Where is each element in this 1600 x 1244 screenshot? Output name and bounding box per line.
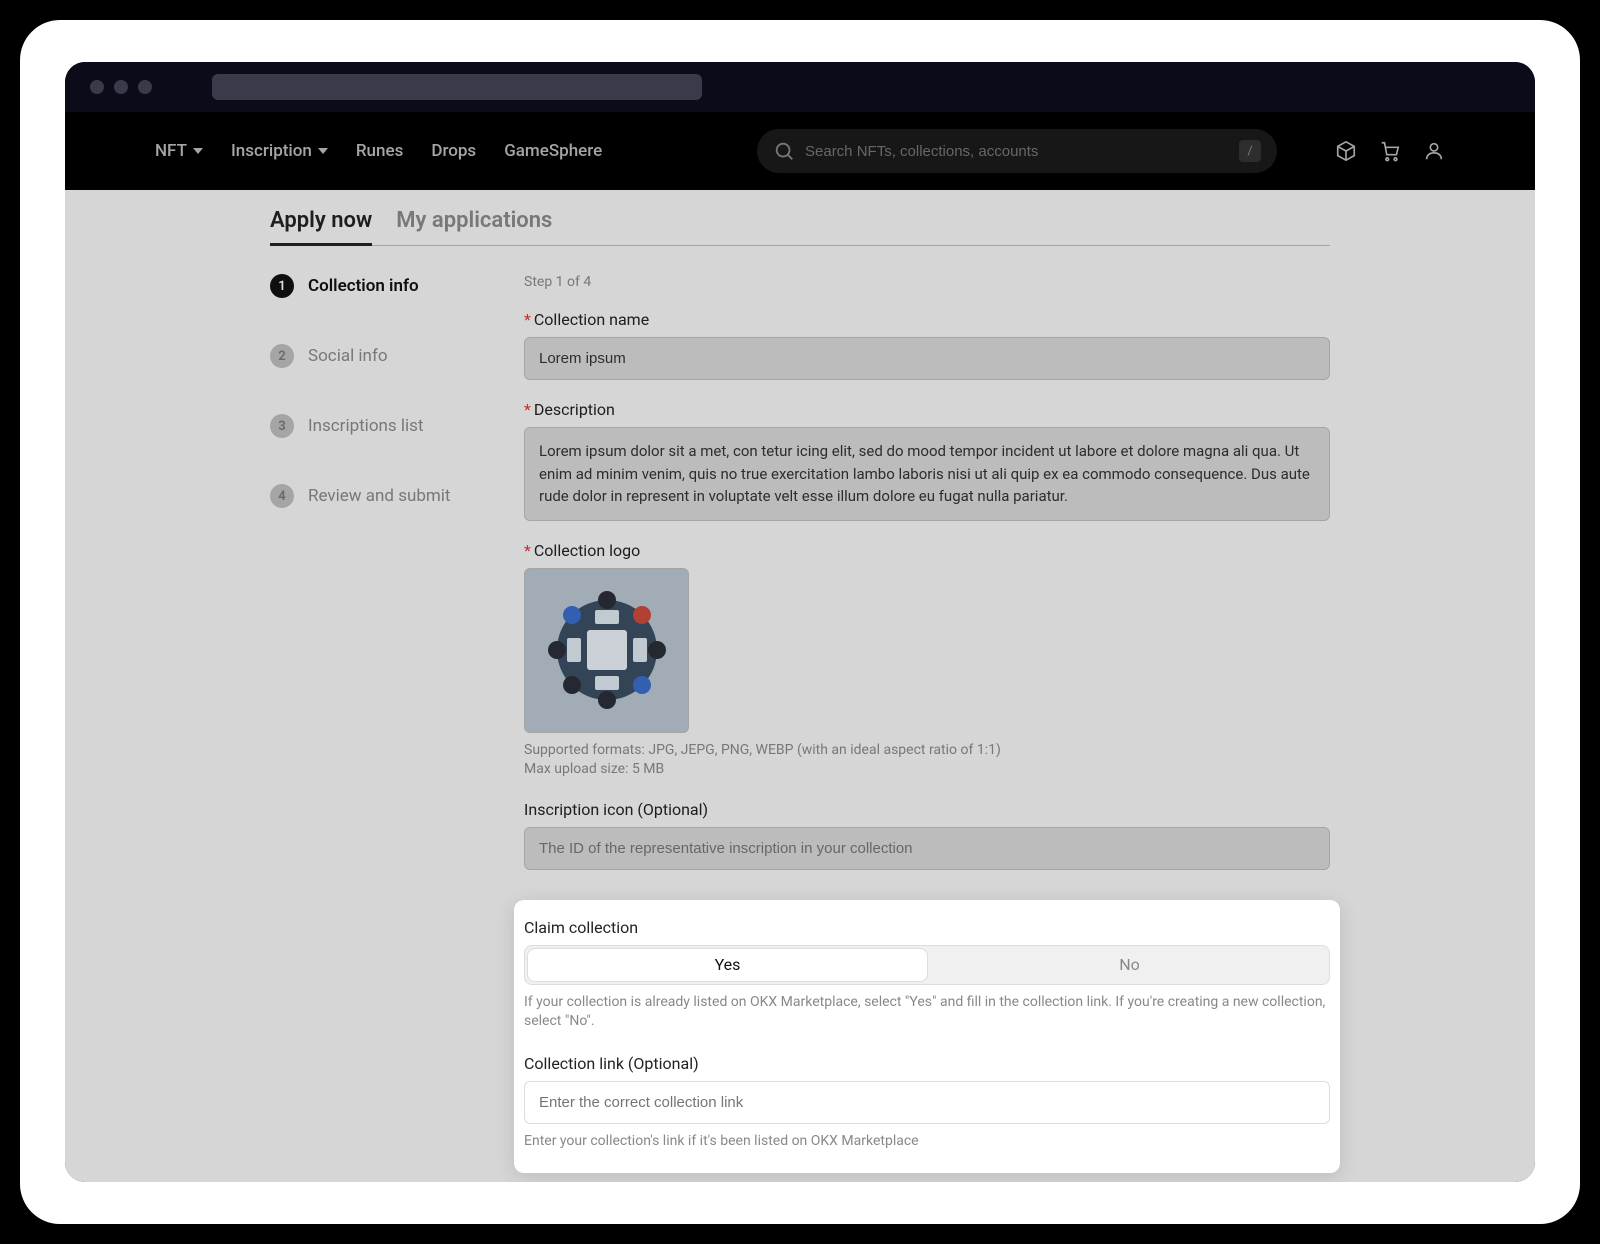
browser-window: NFT Inscription Runes Drops GameSphere / — [65, 62, 1535, 1182]
traffic-max[interactable] — [138, 80, 152, 94]
step-2-badge: 2 — [270, 344, 294, 368]
traffic-close[interactable] — [90, 80, 104, 94]
nav-gamesphere[interactable]: GameSphere — [504, 141, 602, 161]
page-inner: Apply now My applications 1 Collection i… — [270, 190, 1330, 1182]
form-column: Step 1 of 4 *Collection name *Descriptio… — [524, 274, 1330, 1182]
nav-icons — [1335, 140, 1445, 162]
logo-help: Supported formats: JPG, JEPG, PNG, WEBP … — [524, 741, 1330, 780]
step-2[interactable]: 2 Social info — [270, 344, 500, 368]
step-1-badge: 1 — [270, 274, 294, 298]
outer-frame: NFT Inscription Runes Drops GameSphere / — [20, 20, 1580, 1224]
traffic-min[interactable] — [114, 80, 128, 94]
step-1-label: Collection info — [308, 276, 419, 296]
step-3-badge: 3 — [270, 414, 294, 438]
step-3-label: Inscriptions list — [308, 416, 424, 436]
collection-name-input[interactable] — [524, 337, 1330, 380]
claim-collection-panel: Claim collection Yes No If your collecti… — [514, 900, 1340, 1174]
step-4-badge: 4 — [270, 484, 294, 508]
tab-apply-now[interactable]: Apply now — [270, 208, 372, 246]
tab-my-applications[interactable]: My applications — [396, 208, 552, 245]
main-cols: 1 Collection info 2 Social info 3 Inscri… — [270, 274, 1330, 1182]
url-bar[interactable] — [212, 74, 702, 100]
step-3[interactable]: 3 Inscriptions list — [270, 414, 500, 438]
titlebar — [65, 62, 1535, 112]
collection-link-label: Collection link (Optional) — [524, 1054, 1330, 1073]
claim-no-button[interactable]: No — [930, 946, 1329, 984]
chevron-down-icon — [318, 148, 328, 154]
content-area: Apply now My applications 1 Collection i… — [65, 190, 1535, 1182]
collection-logo-upload[interactable] — [524, 568, 689, 733]
search-slash-badge: / — [1239, 140, 1261, 162]
description-label: *Description — [524, 400, 1330, 419]
stepper: 1 Collection info 2 Social info 3 Inscri… — [270, 274, 500, 1182]
collection-logo-label: *Collection logo — [524, 541, 1330, 560]
step-1[interactable]: 1 Collection info — [270, 274, 500, 298]
claim-toggle-group: Yes No — [524, 945, 1330, 985]
cart-icon[interactable] — [1379, 140, 1401, 162]
collection-link-help: Enter your collection's link if it's bee… — [524, 1132, 1330, 1152]
step-4[interactable]: 4 Review and submit — [270, 484, 500, 508]
chevron-down-icon — [193, 148, 203, 154]
search-box[interactable]: / — [757, 129, 1277, 173]
step-2-label: Social info — [308, 346, 388, 366]
tabs-row: Apply now My applications — [270, 190, 1330, 246]
description-textarea[interactable]: Lorem ipsum dolor sit a met, con tetur i… — [524, 427, 1330, 521]
nav-inscription-label: Inscription — [231, 141, 312, 161]
nav-runes[interactable]: Runes — [356, 141, 403, 161]
collection-logo-image — [537, 580, 677, 720]
user-icon[interactable] — [1423, 140, 1445, 162]
nav-drops[interactable]: Drops — [431, 141, 476, 161]
claim-yes-button[interactable]: Yes — [527, 948, 928, 982]
nav-nft-label: NFT — [155, 141, 187, 161]
inscription-icon-label: Inscription icon (Optional) — [524, 800, 1330, 819]
step-4-label: Review and submit — [308, 486, 451, 506]
search-input[interactable] — [805, 143, 1229, 160]
nav-nft[interactable]: NFT — [155, 141, 203, 161]
top-nav: NFT Inscription Runes Drops GameSphere / — [65, 112, 1535, 190]
nav-inscription[interactable]: Inscription — [231, 141, 328, 161]
inscription-icon-input[interactable] — [524, 827, 1330, 870]
search-icon — [773, 140, 795, 162]
claim-help: If your collection is already listed on … — [524, 993, 1330, 1032]
collection-name-label: *Collection name — [524, 310, 1330, 329]
collection-link-input[interactable] — [524, 1081, 1330, 1124]
cube-icon[interactable] — [1335, 140, 1357, 162]
claim-label: Claim collection — [524, 918, 1330, 937]
step-indicator: Step 1 of 4 — [524, 274, 1330, 290]
